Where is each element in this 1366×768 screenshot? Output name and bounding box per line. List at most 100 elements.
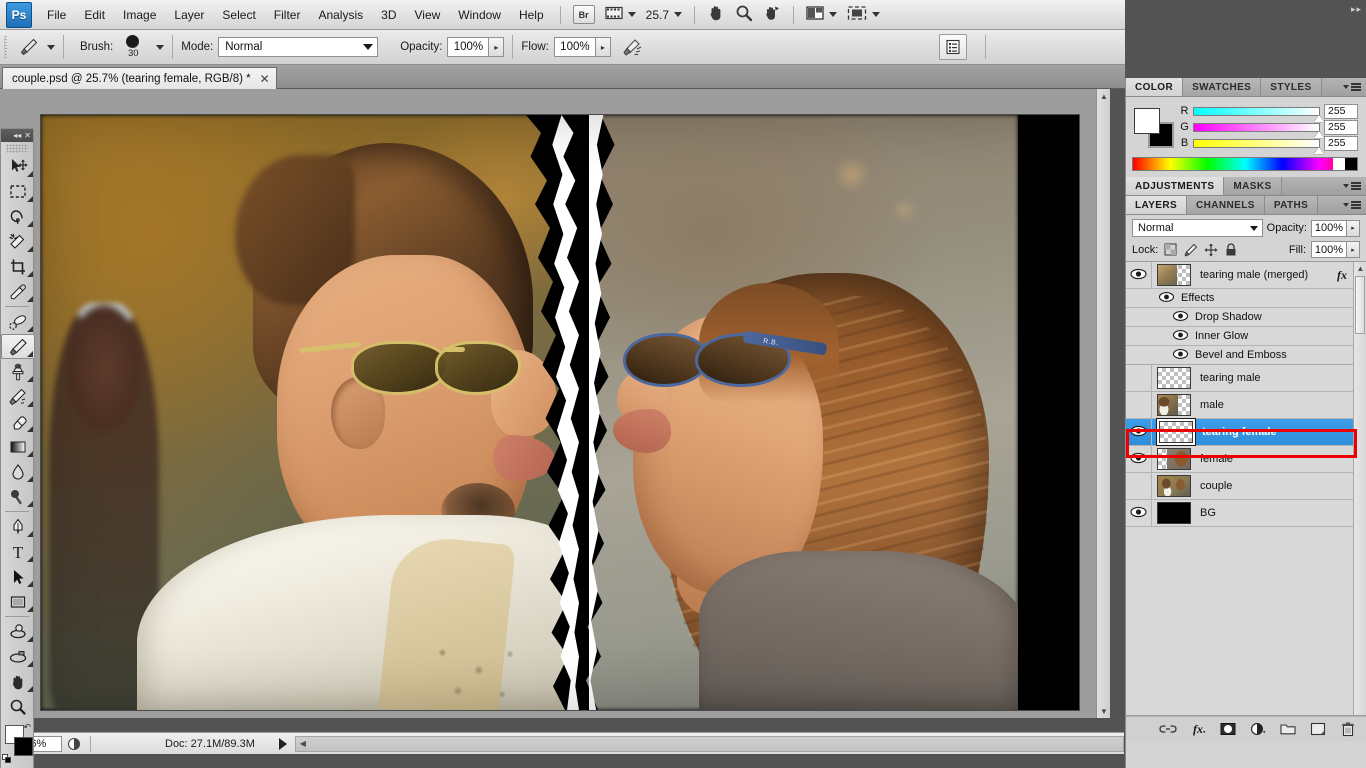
layer-row-bg[interactable]: BG (1126, 500, 1366, 527)
new-layer-icon[interactable] (1309, 720, 1327, 738)
status-flyout-arrow-icon[interactable] (278, 737, 287, 750)
history-brush-expand-icon[interactable] (27, 401, 33, 407)
tab-layers[interactable]: LAYERS (1126, 196, 1188, 214)
layers-panel-menu-icon[interactable] (1338, 196, 1366, 214)
screen-mode-button[interactable] (842, 4, 885, 26)
hand-tool[interactable] (1, 669, 35, 694)
lasso-tool[interactable] (1, 204, 35, 229)
color-panel-foreground-swatch[interactable] (1134, 108, 1160, 134)
eye-icon[interactable] (1172, 348, 1189, 363)
view-extras-button[interactable] (600, 4, 641, 26)
channel-value-b[interactable]: 255 (1324, 135, 1358, 151)
layer-visibility-toggle[interactable] (1126, 419, 1152, 445)
eye-icon[interactable] (1172, 329, 1189, 344)
tab-masks[interactable]: MASKS (1224, 177, 1282, 195)
brush-tool[interactable] (1, 334, 35, 359)
lock-all-icon[interactable] (1223, 242, 1238, 257)
tab-styles[interactable]: STYLES (1261, 78, 1322, 96)
ramp-black-swatch[interactable] (1345, 158, 1357, 170)
opacity-slider-button[interactable]: ▸ (489, 37, 505, 57)
arrange-documents-button[interactable] (801, 4, 842, 26)
healing-brush-tool[interactable] (1, 309, 35, 334)
3d-rotate-tool[interactable] (1, 619, 35, 644)
preview-icon[interactable] (62, 737, 86, 751)
tools-collapse-icon[interactable]: ◂◂ (13, 131, 21, 140)
tab-swatches[interactable]: SWATCHES (1183, 78, 1262, 96)
path-selection-tool[interactable] (1, 564, 35, 589)
layers-scrollbar-thumb[interactable] (1355, 276, 1365, 334)
tab-channels[interactable]: CHANNELS (1187, 196, 1265, 214)
brush-panel-toggle[interactable] (939, 34, 967, 60)
hand-tool-expand-icon[interactable] (27, 686, 33, 692)
lock-transparency-icon[interactable] (1163, 242, 1178, 257)
layer-thumbnail[interactable] (1157, 394, 1191, 416)
channel-value-g[interactable]: 255 (1324, 119, 1358, 135)
scroll-up-arrow-icon[interactable]: ▲ (1097, 89, 1110, 103)
zoom-level-dropdown[interactable]: 25.7 (641, 4, 687, 26)
brush-preset-chevron-down-icon[interactable] (156, 44, 165, 50)
magic-wand-tool[interactable] (1, 229, 35, 254)
delete-layer-icon[interactable] (1339, 720, 1357, 738)
layer-row-tearing-male-merged[interactable]: tearing male (merged) fx (1126, 262, 1366, 289)
airbrush-toggle[interactable] (619, 35, 645, 59)
layer-row-female[interactable]: female (1126, 446, 1366, 473)
add-layer-style-icon[interactable]: fx (1189, 720, 1207, 738)
menu-edit[interactable]: Edit (75, 4, 114, 26)
magic-wand-expand-icon[interactable] (27, 246, 33, 252)
marquee-tool[interactable] (1, 179, 35, 204)
tab-color[interactable]: COLOR (1126, 78, 1184, 96)
dodge-expand-icon[interactable] (27, 501, 33, 507)
brush-tool-expand-icon[interactable] (27, 351, 33, 357)
layer-visibility-toggle[interactable] (1126, 446, 1152, 472)
crop-tool-expand-icon[interactable] (27, 271, 33, 277)
photoshop-logo[interactable]: Ps (6, 1, 32, 28)
layer-thumbnail[interactable] (1157, 264, 1191, 286)
layer-visibility-toggle[interactable] (1126, 392, 1152, 418)
move-tool-expand-icon[interactable] (27, 171, 33, 177)
lock-image-icon[interactable] (1183, 242, 1198, 257)
ramp-white-swatch[interactable] (1333, 158, 1345, 170)
dodge-tool[interactable] (1, 484, 35, 509)
blur-tool[interactable] (1, 459, 35, 484)
menu-3d[interactable]: 3D (372, 4, 405, 26)
eye-icon[interactable] (1172, 310, 1189, 325)
menu-view[interactable]: View (405, 4, 449, 26)
gradient-expand-icon[interactable] (27, 451, 33, 457)
history-brush-tool[interactable] (1, 384, 35, 409)
scroll-down-arrow-icon[interactable]: ▼ (1097, 704, 1110, 718)
add-layer-mask-icon[interactable] (1219, 720, 1237, 738)
menu-filter[interactable]: Filter (265, 4, 310, 26)
layer-thumbnail[interactable] (1157, 502, 1191, 524)
new-adjustment-layer-icon[interactable] (1249, 720, 1267, 738)
layers-vertical-scrollbar[interactable]: ▲ (1353, 262, 1366, 715)
healing-brush-expand-icon[interactable] (27, 326, 33, 332)
lock-position-icon[interactable] (1203, 242, 1218, 257)
rotate-view-button[interactable] (758, 4, 786, 26)
marquee-tool-expand-icon[interactable] (27, 196, 33, 202)
brush-preview[interactable]: 30 (118, 33, 148, 61)
layer-effects-group-row[interactable]: Effects (1126, 289, 1366, 308)
type-tool[interactable]: T (1, 539, 35, 564)
gradient-tool[interactable] (1, 434, 35, 459)
layers-scroll-up-icon[interactable]: ▲ (1354, 262, 1366, 275)
move-tool[interactable] (1, 154, 35, 179)
layer-visibility-toggle[interactable] (1126, 500, 1152, 526)
menu-window[interactable]: Window (449, 4, 510, 26)
swap-colors-icon[interactable]: ↶ (23, 722, 31, 733)
adjustments-panel-menu-icon[interactable] (1338, 177, 1366, 195)
layer-visibility-toggle[interactable] (1126, 365, 1152, 391)
pen-tool[interactable] (1, 514, 35, 539)
layer-blend-mode-select[interactable]: Normal (1132, 219, 1263, 237)
layers-list[interactable]: tearing male (merged) fx Effects Drop Sh… (1126, 261, 1366, 716)
type-expand-icon[interactable] (27, 556, 33, 562)
dock-collapse-icon[interactable]: ▸▸ (1351, 4, 1362, 15)
status-scroll-track[interactable]: ◀ (294, 735, 1124, 752)
options-bar-grip[interactable] (4, 36, 10, 58)
opacity-input[interactable]: 100% (447, 37, 490, 57)
layer-opacity-slider-button[interactable]: ▸ (1347, 219, 1360, 237)
clone-stamp-tool[interactable] (1, 359, 35, 384)
document-tab-close-icon[interactable]: ✕ (260, 72, 270, 86)
layer-thumbnail[interactable] (1157, 448, 1191, 470)
layer-thumbnail[interactable] (1159, 421, 1193, 443)
layer-row-male[interactable]: male (1126, 392, 1366, 419)
